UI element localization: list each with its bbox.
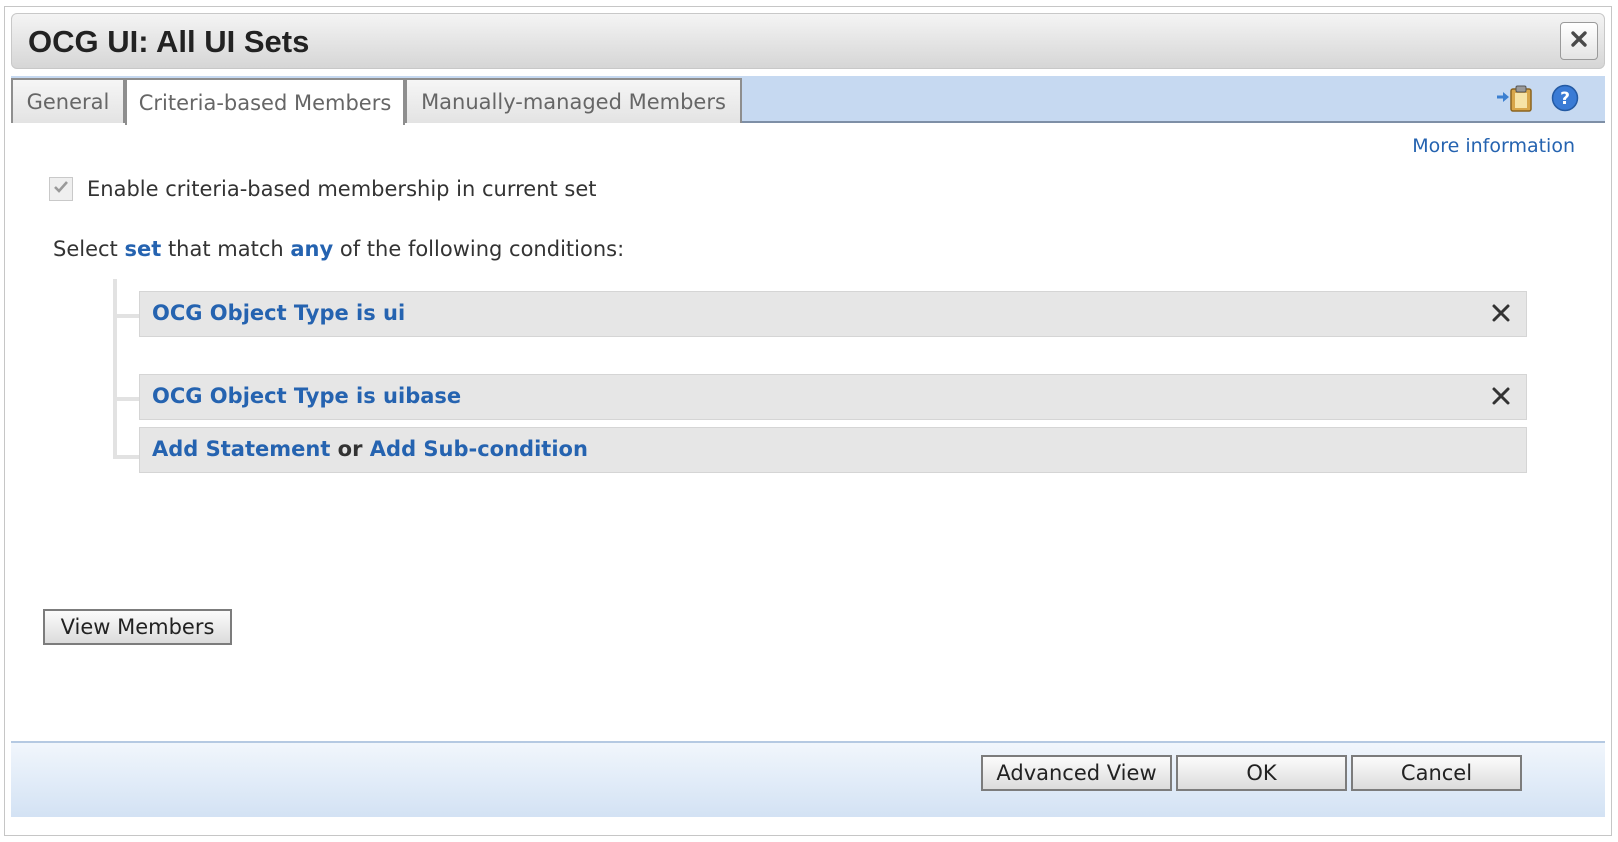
add-condition-links: Add Statement or Add Sub-condition — [152, 437, 588, 461]
tab-criteria-based-members[interactable]: Criteria-based Members — [125, 78, 405, 125]
tree-branch — [113, 314, 139, 318]
summary-prefix: Select — [53, 237, 118, 261]
enable-criteria-checkbox[interactable] — [49, 177, 73, 201]
view-members-button[interactable]: View Members — [43, 609, 232, 645]
add-subcondition-link[interactable]: Add Sub-condition — [370, 437, 588, 461]
svg-text:?: ? — [1560, 89, 1570, 109]
condition-link[interactable]: OCG Object Type is ui — [152, 301, 405, 325]
tree-branch — [113, 397, 139, 401]
dialog-titlebar: OCG UI: All UI Sets — [11, 13, 1605, 69]
add-statement-link[interactable]: Add Statement — [152, 437, 330, 461]
ok-button[interactable]: OK — [1176, 755, 1347, 791]
tab-strip: General Criteria-based Members Manually-… — [11, 76, 1605, 125]
close-button[interactable] — [1560, 22, 1598, 60]
cancel-button[interactable]: Cancel — [1351, 755, 1522, 791]
dialog-window: OCG UI: All UI Sets General Criteria-bas… — [4, 6, 1612, 836]
tree-branch — [113, 455, 139, 459]
condition-summary: Select set that match any of the followi… — [53, 237, 624, 261]
close-icon — [1570, 30, 1588, 52]
summary-quantifier-link[interactable]: any — [290, 237, 333, 261]
tab-manually-managed-members[interactable]: Manually-managed Members — [405, 78, 742, 123]
or-label: or — [337, 437, 363, 461]
enable-criteria-row: Enable criteria-based membership in curr… — [49, 177, 597, 201]
more-information-link[interactable]: More information — [1412, 135, 1575, 157]
summary-middle: that match — [167, 237, 284, 261]
remove-condition-icon[interactable] — [1488, 300, 1514, 326]
summary-suffix: of the following conditions: — [339, 237, 625, 261]
advanced-view-button[interactable]: Advanced View — [981, 755, 1172, 791]
dialog-title: OCG UI: All UI Sets — [28, 24, 310, 59]
dialog-footer: Advanced View OK Cancel — [11, 741, 1605, 817]
checkmark-icon — [52, 178, 70, 200]
condition-tree-line — [113, 279, 117, 459]
tab-general[interactable]: General — [11, 78, 125, 123]
condition-row: OCG Object Type is ui — [139, 291, 1527, 337]
add-condition-row: Add Statement or Add Sub-condition — [139, 427, 1527, 473]
condition-row: OCG Object Type is uibase — [139, 374, 1527, 420]
enable-criteria-label: Enable criteria-based membership in curr… — [87, 177, 597, 201]
tab-tools: ? — [1495, 84, 1579, 116]
remove-condition-icon[interactable] — [1488, 383, 1514, 409]
paste-clipboard-icon[interactable] — [1495, 84, 1533, 116]
help-icon[interactable]: ? — [1551, 84, 1579, 116]
condition-link[interactable]: OCG Object Type is uibase — [152, 384, 461, 408]
summary-target-link[interactable]: set — [124, 237, 161, 261]
